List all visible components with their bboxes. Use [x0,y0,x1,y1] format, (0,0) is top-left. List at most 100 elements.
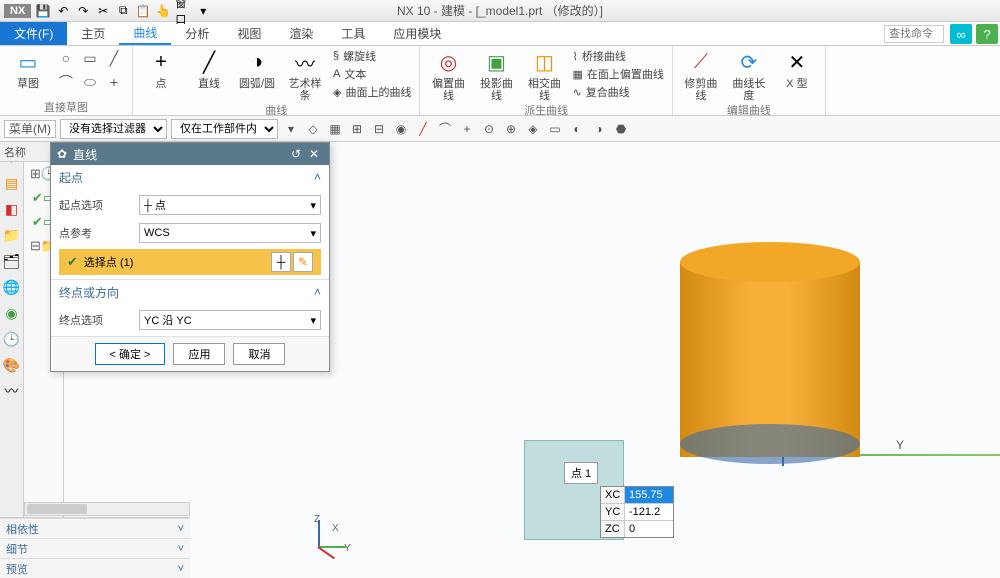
tb-icon[interactable]: ⊕ [502,120,520,138]
dropdown-icon[interactable]: ▾ [195,3,211,19]
nav-icon[interactable]: 🌐 [3,278,21,296]
history-icon[interactable]: 🕒 [3,330,21,348]
apply-button[interactable]: 应用 [173,343,225,365]
tb-icon[interactable]: ╱ [414,120,432,138]
ref-combo[interactable]: WCS▾ [139,223,321,243]
select-point-label: 选择点 (1) [84,254,134,270]
search-input[interactable] [884,25,944,43]
tb-icon[interactable]: ▭ [546,120,564,138]
tab-home[interactable]: 主页 [67,22,119,45]
rect-icon[interactable]: ▭ [80,48,100,68]
tab-tools[interactable]: 工具 [327,22,379,45]
zc-input[interactable]: 0 [625,521,673,537]
tab-application[interactable]: 应用模块 [379,22,455,45]
copy-icon[interactable]: ⧉ [115,3,131,19]
section-header[interactable]: 终点或方向˄ [51,280,329,304]
undo-icon[interactable]: ↶ [55,3,71,19]
line-icon: ╱ [195,48,223,76]
nav-icon[interactable]: 🗂 [3,252,21,270]
nav-icon[interactable]: ◉ [3,304,21,322]
ok-button[interactable]: < 确定 > [95,343,166,365]
nav-icon[interactable]: ◧ [3,200,21,218]
tb-icon[interactable]: + [458,120,476,138]
tb-icon[interactable]: ◉ [392,120,410,138]
start-option-combo[interactable]: ┼ 点▾ [139,195,321,215]
panel-dependency[interactable]: 相依性˅ [0,518,190,538]
panel-detail[interactable]: 细节˅ [0,538,190,558]
command-finder-icon[interactable]: ∞ [950,24,972,44]
sketch-button[interactable]: ▭ 草图 [8,48,48,90]
cut-icon[interactable]: ✂ [95,3,111,19]
tb-icon[interactable]: ⊙ [480,120,498,138]
palette-icon[interactable]: 🎨 [3,356,21,374]
tab-view[interactable]: 视图 [223,22,275,45]
tb-icon[interactable]: ⊟ [370,120,388,138]
filter-combo-2[interactable]: 仅在工作部件内 [171,119,278,139]
reset-icon[interactable]: ↺ [287,145,305,163]
circle-icon[interactable]: ○ [56,48,76,68]
cancel-button[interactable]: 取消 [233,343,285,365]
chevron-up-icon: ˄ [314,285,321,299]
bridge-curve-button[interactable]: ⌇桥接曲线 [572,48,663,64]
nav-icon[interactable]: 📁 [3,226,21,244]
close-icon[interactable]: ✕ [305,145,323,163]
nav-icon[interactable]: ▤ [3,174,21,192]
nav-icon[interactable]: 〰 [3,382,21,400]
filter-combo-1[interactable]: 没有选择过滤器 [60,119,167,139]
view-triad[interactable]: Z Y X [308,518,348,558]
point-snap-icon[interactable]: ┼ [271,252,291,272]
tb-icon[interactable]: ◇ [304,120,322,138]
dialog-title-bar[interactable]: ✿ 直线 ↺ ✕ [51,143,329,165]
tab-analyze[interactable]: 分析 [171,22,223,45]
paste-icon[interactable]: 📋 [135,3,151,19]
line-icon[interactable]: ╱ [104,48,124,68]
menu-button[interactable]: 菜单(M) [4,120,56,138]
panel-preview[interactable]: 预览˅ [0,558,190,578]
tab-render[interactable]: 渲染 [275,22,327,45]
curve-length-button[interactable]: ⟳曲线长度 [729,48,769,102]
trim-curve-button[interactable]: ⟋修剪曲线 [681,48,721,102]
point-icon[interactable]: + [104,72,124,92]
select-point-row[interactable]: ✔ 选择点 (1) ┼ ✎ [59,249,321,275]
text-curve-button[interactable]: A文本 [333,66,411,82]
tab-file[interactable]: 文件(F) [0,22,67,45]
touch-icon[interactable]: 👆 [155,3,171,19]
save-icon[interactable]: 💾 [35,3,51,19]
tb-icon[interactable]: ▾ [282,120,300,138]
spline-button[interactable]: 〰艺术样条 [285,48,325,102]
redo-icon[interactable]: ↷ [75,3,91,19]
offset-curve-button[interactable]: ◎偏置曲线 [428,48,468,102]
end-option-combo[interactable]: YC 沿 YC▾ [139,310,321,330]
command-search [884,22,944,45]
point-dialog-icon[interactable]: ✎ [293,252,313,272]
surface-curve-button[interactable]: ◈曲面上的曲线 [333,84,411,100]
point-label-popup[interactable]: 点 1 [564,462,598,484]
tab-curve[interactable]: 曲线 [119,22,171,45]
arc-button[interactable]: ◑圆弧/圆 [237,48,277,90]
line-button[interactable]: ╱直线 [189,48,229,90]
tb-icon[interactable]: ◈ [524,120,542,138]
yc-input[interactable]: -121.2 [625,504,673,520]
tb-icon[interactable]: ◑ [590,120,608,138]
point-button[interactable]: +点 [141,48,181,90]
x-form-button[interactable]: ✕X 型 [777,48,817,90]
tb-icon[interactable]: ⌒ [436,120,454,138]
arc-icon[interactable]: ⌒ [56,72,76,92]
help-icon[interactable]: ? [976,24,998,44]
tb-icon[interactable]: ◐ [568,120,586,138]
offset-on-face-button[interactable]: ▦在面上偏置曲线 [572,66,663,82]
horizontal-scrollbar[interactable] [24,502,190,516]
project-curve-button[interactable]: ▣投影曲线 [476,48,516,102]
tb-icon[interactable]: ⊞ [348,120,366,138]
cylinder-solid[interactable] [680,242,860,462]
helix-button[interactable]: §螺旋线 [333,48,411,64]
ellipse-icon[interactable]: ⬭ [80,72,100,92]
tb-icon[interactable]: ⬣ [612,120,630,138]
window-menu[interactable]: 窗口 [175,3,191,19]
intersect-curve-button[interactable]: ◫相交曲线 [524,48,564,102]
composite-curve-button[interactable]: ∿复合曲线 [572,84,663,100]
xc-input[interactable]: 155.75 [625,487,673,503]
section-header[interactable]: 起点˄ [51,165,329,189]
tb-icon[interactable]: ▦ [326,120,344,138]
ribbon: ▭ 草图 ○ ▭ ╱ ⌒ ⬭ + 直接草图 +点 ╱直线 ◑圆弧/圆 〰艺术样条… [0,46,1000,116]
